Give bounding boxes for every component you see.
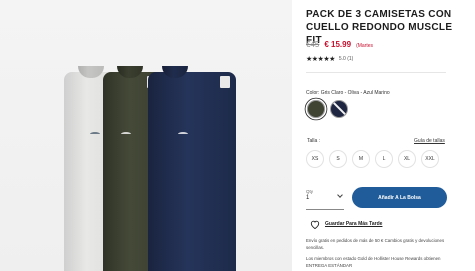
- size-label: Talla :: [307, 138, 321, 144]
- save-for-later-label: Guardar Para Más Tarde: [325, 221, 383, 227]
- heart-icon: [310, 220, 320, 229]
- shirt-tag: [220, 76, 230, 88]
- logo-icon: [121, 132, 131, 136]
- size-option-xs[interactable]: XS: [306, 150, 324, 168]
- size-option-xl[interactable]: XL: [398, 150, 416, 168]
- size-selector: XS S M L XL XXL: [306, 150, 439, 168]
- size-option-m[interactable]: M: [352, 150, 370, 168]
- quantity-underline: [306, 209, 344, 210]
- logo-icon: [90, 132, 100, 136]
- original-price: €45: [306, 40, 320, 49]
- size-guide-link[interactable]: Guía de tallas: [414, 138, 445, 144]
- shirt-navy: [148, 72, 236, 271]
- color-swatch-navy[interactable]: [330, 100, 348, 118]
- divider: [306, 72, 446, 73]
- color-label: Color: Gris Claro - Oliva - Azul Marino: [306, 90, 390, 96]
- size-option-xxl[interactable]: XXL: [421, 150, 439, 168]
- quantity-select[interactable]: Qty 1: [306, 189, 344, 201]
- product-image[interactable]: [0, 0, 292, 271]
- price-row: €45 € 15.99 (Martes: [306, 40, 373, 49]
- add-to-bag-button[interactable]: Añadir A La Bolsa: [352, 187, 447, 208]
- size-option-s[interactable]: S: [329, 150, 347, 168]
- color-swatch-olive[interactable]: [307, 100, 325, 118]
- rating-count: 5.0 (1): [338, 56, 354, 62]
- rating[interactable]: ★★★★★ 5.0 (1): [306, 55, 353, 63]
- price-note: (Martes: [356, 43, 374, 49]
- shipping-note: Envío gratis en pedidos de más de 50 € C…: [306, 238, 445, 250]
- save-for-later-button[interactable]: Guardar Para Más Tarde: [310, 220, 383, 229]
- members-note: Los miembros con estado Gold de Holliste…: [306, 256, 441, 268]
- star-rating-icon: ★★★★★: [306, 56, 335, 63]
- size-option-l[interactable]: L: [375, 150, 393, 168]
- sale-price: € 15.99: [324, 40, 352, 49]
- logo-icon: [178, 132, 188, 136]
